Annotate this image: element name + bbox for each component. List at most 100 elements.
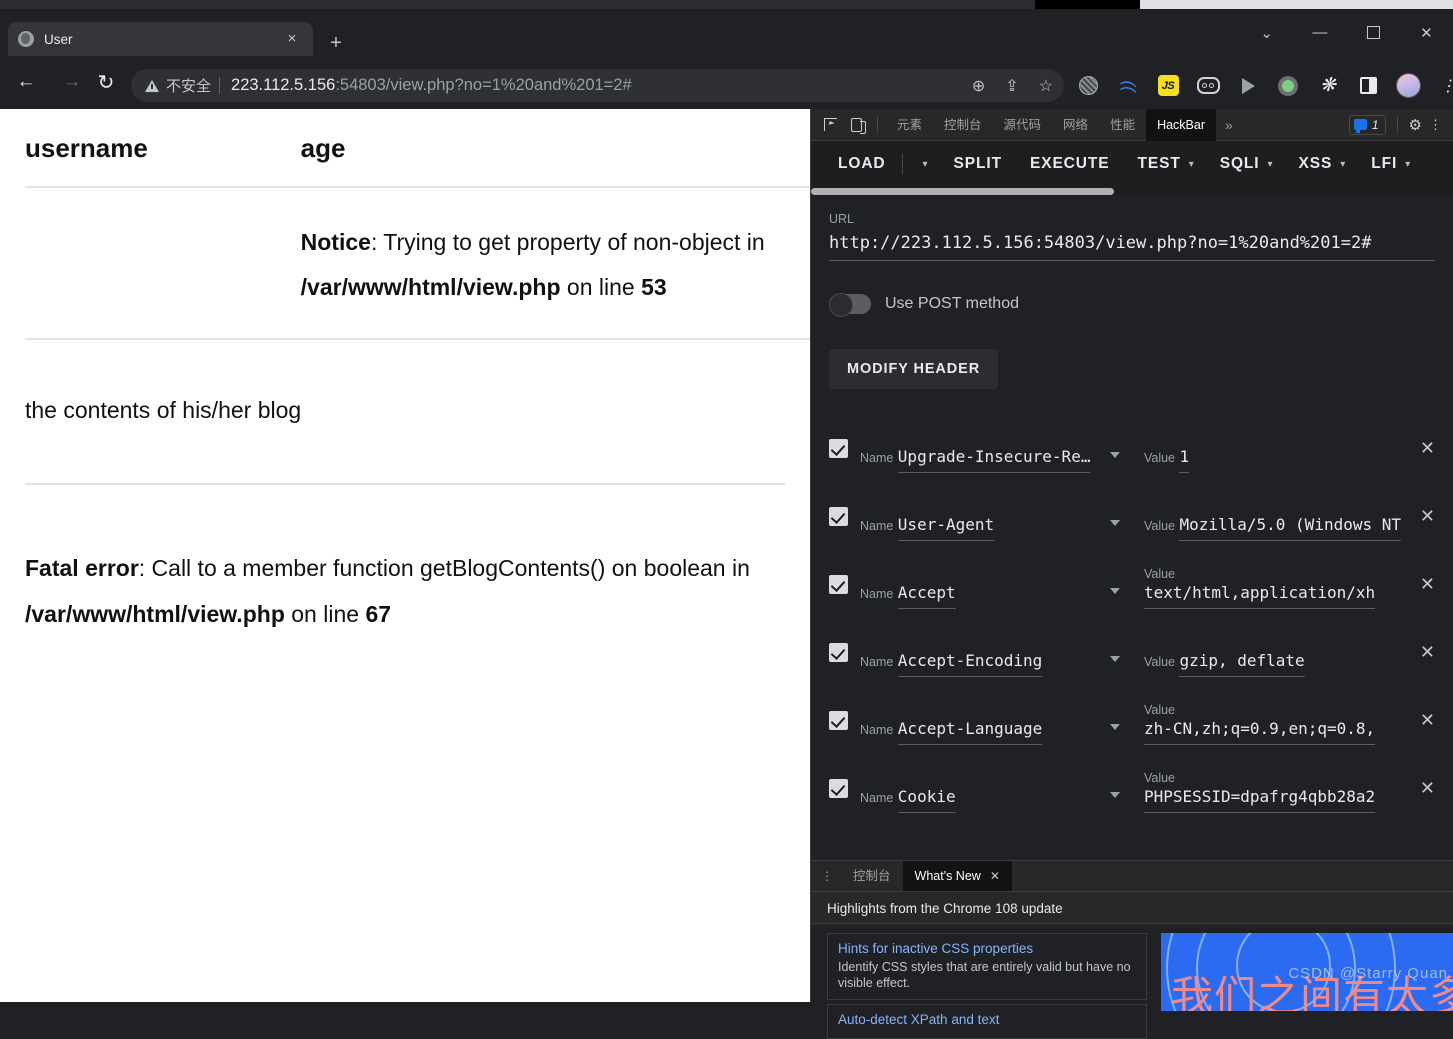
header-name-value[interactable]: Accept-Language [897,719,1043,745]
play-icon[interactable] [1228,69,1268,102]
load-dropdown-caret-icon[interactable]: ▾ [923,159,928,170]
side-panel-icon[interactable] [1348,69,1388,102]
more-tabs-icon[interactable]: » [1216,109,1242,141]
kebab-menu-icon[interactable]: ⋮ [1428,69,1453,102]
header-value-field[interactable]: Value PHPSESSID=dpafrg4qbb28a2 [1143,769,1408,813]
lfi-button[interactable]: LFI [1369,155,1399,173]
close-icon[interactable]: ✕ [990,861,1000,891]
tab-hackbar[interactable]: HackBar [1146,108,1217,141]
split-button[interactable]: SPLIT [952,155,1004,173]
drawer-tab-console[interactable]: 控制台 [841,861,903,891]
chevron-down-icon[interactable] [1109,792,1120,798]
dark-circle-icon[interactable] [1068,69,1108,102]
forward-button[interactable]: → [54,64,90,100]
card-title[interactable]: Auto-detect XPath and text [838,1012,1136,1027]
header-value-field[interactable]: Value text/html,application/xh [1143,565,1408,609]
share-icon[interactable]: ⇪ [1005,76,1018,96]
header-value-field[interactable]: Value Mozilla/5.0 (Windows NT [1144,515,1408,541]
sqli-button[interactable]: SQLI [1218,155,1262,173]
modify-header-button[interactable]: MODIFY HEADER [829,349,999,389]
wifi-cast-icon[interactable]: )) [1108,69,1148,102]
card-title[interactable]: Hints for inactive CSS properties [838,941,1136,956]
header-enabled-checkbox[interactable] [829,711,848,730]
remove-header-icon[interactable]: ✕ [1420,642,1435,663]
header-name-value[interactable]: Upgrade-Insecure-Re… [897,447,1091,473]
device-toolbar-icon[interactable] [843,113,869,137]
close-icon[interactable]: × [281,28,303,50]
header-value-field[interactable]: Value zh-CN,zh;q=0.9,en;q=0.8, [1143,701,1408,745]
hackbar-toolbar-scrollbar[interactable] [811,187,1453,196]
address-bar[interactable]: 不安全 223.112.5.156:54803/view.php?no=1%20… [131,69,1064,102]
xss-dropdown-caret-icon[interactable]: ▾ [1340,159,1345,170]
inspect-element-icon[interactable] [817,113,843,137]
maximize-button[interactable] [1347,9,1400,56]
header-value-value[interactable]: Mozilla/5.0 (Windows NT [1179,515,1402,541]
header-value-value[interactable]: text/html,application/xh [1143,583,1376,609]
drawer-kebab-icon[interactable]: ⋮ [819,869,841,883]
drawer-tab-whats-new[interactable]: What's New ✕ [902,861,1012,891]
remove-header-icon[interactable]: ✕ [1420,506,1435,527]
gear-icon[interactable]: ⚙ [1409,116,1422,134]
chevron-down-icon[interactable] [1109,656,1120,662]
header-name-field[interactable]: Name Accept [860,583,1124,609]
chevron-down-icon[interactable] [1109,520,1120,526]
header-name-field[interactable]: Name Accept-Encoding [860,651,1124,677]
header-name-value[interactable]: User-Agent [897,515,995,541]
tab-console[interactable]: 控制台 [933,109,993,141]
zoom-icon[interactable]: ⊕ [972,76,985,96]
js-icon[interactable]: JS [1148,69,1188,102]
back-button[interactable]: ← [8,64,44,100]
remove-header-icon[interactable]: ✕ [1420,778,1435,799]
header-name-field[interactable]: Name User-Agent [860,515,1124,541]
xss-button[interactable]: XSS [1297,155,1335,173]
remove-header-icon[interactable]: ✕ [1420,438,1435,459]
close-window-button[interactable]: ✕ [1400,9,1453,56]
scrollbar-thumb[interactable] [811,188,1114,195]
browser-tab-user[interactable]: User × [8,22,313,56]
green-dot-icon[interactable] [1268,69,1308,102]
test-button[interactable]: TEST [1135,155,1182,173]
header-name-field[interactable]: Name Upgrade-Insecure-Re… [860,447,1124,473]
chevron-down-icon[interactable] [1109,452,1120,458]
header-value-value[interactable]: gzip, deflate [1179,651,1305,677]
whats-new-card[interactable]: Auto-detect XPath and text [827,1004,1147,1039]
goggles-icon[interactable] [1188,69,1228,102]
sqli-dropdown-caret-icon[interactable]: ▾ [1268,159,1273,170]
whats-new-card[interactable]: Hints for inactive CSS properties Identi… [827,933,1147,1000]
tab-performance[interactable]: 性能 [1099,109,1146,141]
chevron-down-icon[interactable]: ⌄ [1240,9,1293,56]
kebab-menu-icon[interactable]: ⋮ [1425,117,1446,133]
header-name-value[interactable]: Accept [897,583,956,609]
bookmark-star-icon[interactable]: ☆ [1039,76,1053,96]
chevron-down-icon[interactable] [1109,724,1120,730]
tab-sources[interactable]: 源代码 [993,109,1053,141]
chevron-down-icon[interactable] [1109,588,1120,594]
header-value-field[interactable]: Value 1 [1144,447,1408,473]
reload-button[interactable]: ↻ [88,64,124,100]
header-enabled-checkbox[interactable] [829,643,848,662]
header-name-value[interactable]: Accept-Encoding [897,651,1043,677]
header-enabled-checkbox[interactable] [829,779,848,798]
test-dropdown-caret-icon[interactable]: ▾ [1189,159,1194,170]
remove-header-icon[interactable]: ✕ [1420,574,1435,595]
use-post-method-toggle[interactable] [829,293,871,317]
puzzle-icon[interactable]: ❋ [1308,69,1348,102]
avatar[interactable] [1388,69,1428,102]
url-input[interactable]: http://223.112.5.156:54803/view.php?no=1… [829,233,1435,261]
header-name-field[interactable]: Name Accept-Language [860,719,1124,745]
header-value-value[interactable]: PHPSESSID=dpafrg4qbb28a2 [1143,787,1376,813]
issues-badge[interactable]: 1 [1348,114,1386,135]
remove-header-icon[interactable]: ✕ [1420,710,1435,731]
new-tab-button[interactable]: + [322,29,350,57]
header-name-value[interactable]: Cookie [897,787,956,813]
tab-network[interactable]: 网络 [1052,109,1099,141]
header-enabled-checkbox[interactable] [829,439,848,458]
header-enabled-checkbox[interactable] [829,507,848,526]
minimize-button[interactable]: — [1293,9,1346,56]
header-name-field[interactable]: Name Cookie [860,787,1124,813]
header-value-field[interactable]: Value gzip, deflate [1144,651,1408,677]
header-value-value[interactable]: 1 [1179,447,1190,473]
tab-elements[interactable]: 元素 [886,109,933,141]
lfi-dropdown-caret-icon[interactable]: ▾ [1405,159,1410,170]
header-value-value[interactable]: zh-CN,zh;q=0.9,en;q=0.8, [1143,719,1376,745]
